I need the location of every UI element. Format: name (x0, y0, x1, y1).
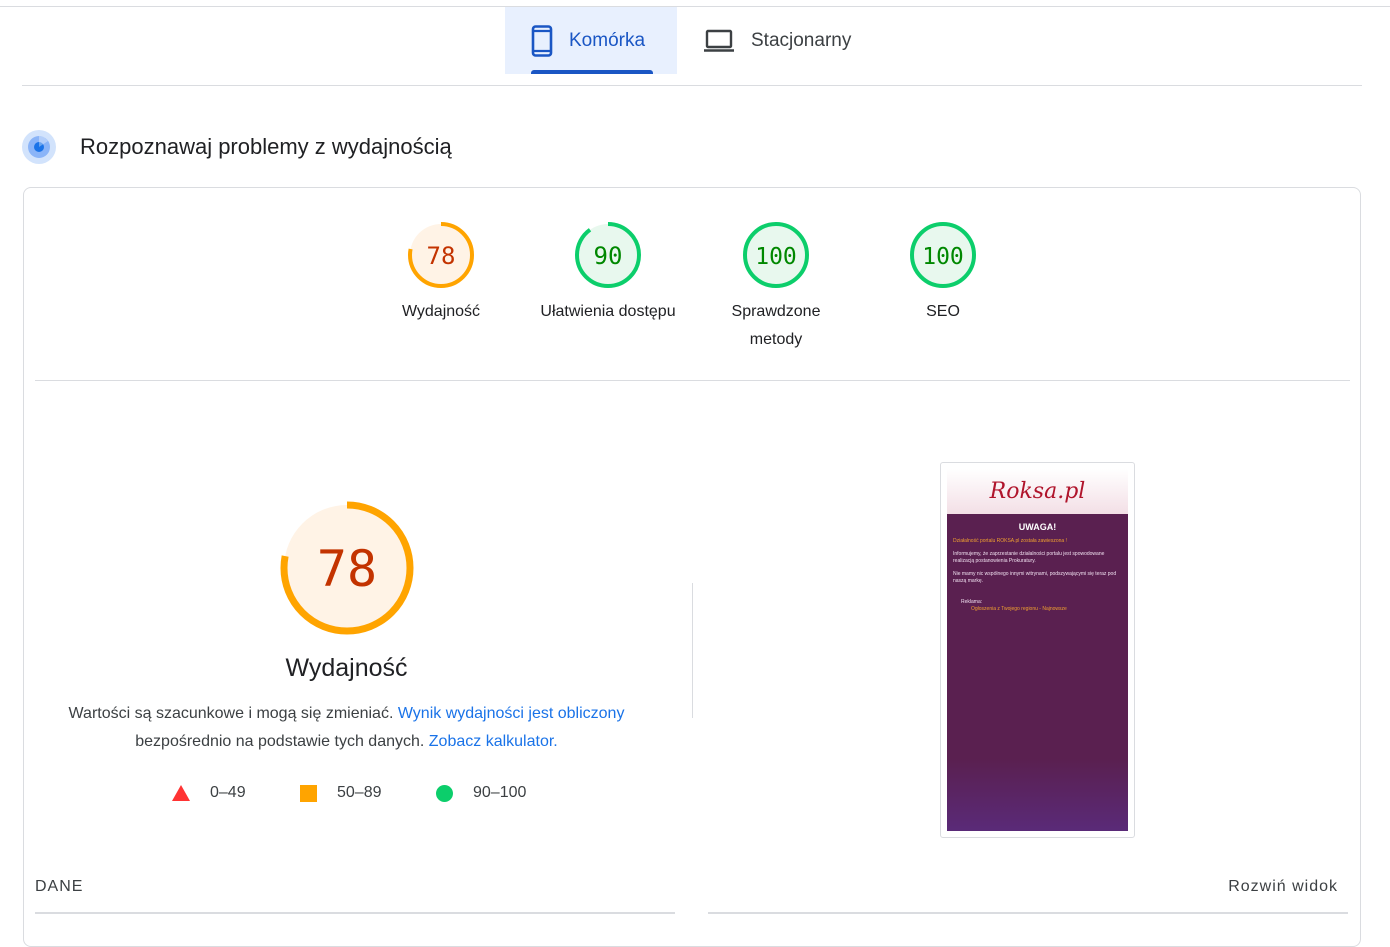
square-icon (300, 784, 317, 802)
section-title: Rozpoznawaj problemy z wydajnością (80, 134, 452, 159)
screenshot-line: Nie mamy nic wspólnego innymi witrynami,… (953, 571, 1117, 584)
circle-icon (436, 784, 453, 802)
score-value: 78 (427, 242, 456, 270)
score-label: SEO (926, 303, 960, 320)
screenshot-warning: UWAGA! (1018, 522, 1057, 532)
screenshot-header: Roksa.pl (947, 469, 1128, 514)
section-divider (35, 380, 1350, 381)
smartphone-icon (531, 24, 553, 57)
screenshot-content: Roksa.pl UWAGA! Działalność portalu ROKS… (947, 469, 1128, 831)
section-header: Rozpoznawaj problemy z wydajnością (22, 130, 452, 164)
score-gauge-accessibility[interactable]: 90 Ułatwienia dostępu (533, 220, 683, 326)
desc-text: bezpośrednio na podstawie tych danych. (135, 733, 429, 750)
score-label: Ułatwienia dostępu (540, 303, 676, 320)
desc-text: Wartości są szacunkowe i mogą się zmieni… (68, 705, 398, 722)
bottom-divider (708, 912, 1348, 914)
legend-range: 90–100 (473, 784, 527, 801)
score-gauge-seo[interactable]: 100 SEO (868, 220, 1018, 326)
score-label: Wydajność (401, 303, 481, 320)
performance-diagnose-icon (22, 130, 56, 164)
score-value: 90 (594, 242, 623, 270)
legend-fail: 0–49 (172, 784, 246, 802)
active-tab-indicator (531, 70, 653, 74)
device-tabs: Komórka Stacjonarny (505, 7, 875, 74)
calculator-link[interactable]: Zobacz kalkulator. (429, 733, 558, 750)
big-score-value: 78 (317, 540, 377, 598)
triangle-icon (172, 785, 190, 801)
gauge-ring: 78 (408, 222, 474, 288)
performance-big-gauge: 78 (280, 501, 414, 635)
score-value: 100 (755, 244, 797, 270)
tabs-divider (22, 85, 1362, 86)
score-value: 100 (922, 244, 964, 270)
score-gauge-best-practices[interactable]: 100 Sprawdzone metody (701, 220, 851, 354)
score-gauge-performance[interactable]: 78 Wydajność (366, 220, 516, 326)
performance-title: Wydajność (285, 654, 408, 682)
data-heading: DANE (35, 878, 84, 895)
ad-link: Ogłoszenia z Twojego regionu - Najnowsze (971, 606, 1067, 612)
report-card (23, 187, 1361, 947)
legend-average: 50–89 (300, 784, 382, 802)
screenshot-line: Informujemy, że zaprzestanie działalnośc… (953, 551, 1105, 564)
performance-description: Wartości są szacunkowe i mogą się zmieni… (60, 700, 633, 756)
tab-mobile[interactable]: Komórka (505, 7, 677, 74)
screenshot-line: Działalność portalu ROKSA.pl została zaw… (953, 538, 1067, 544)
score-label: Sprawdzone metody (731, 303, 821, 348)
tab-desktop-label: Stacjonarny (751, 29, 852, 51)
screenshot-ad: Reklama: Ogłoszenia z Twojego regionu - … (961, 599, 1114, 613)
vertical-divider (692, 583, 693, 718)
expand-view-button[interactable]: Rozwiń widok (1228, 878, 1338, 896)
legend-range: 0–49 (210, 784, 246, 801)
score-calc-link[interactable]: Wynik wydajności jest obliczony (398, 705, 625, 722)
gauge-ring: 100 (910, 222, 976, 288)
legend-range: 50–89 (337, 784, 382, 801)
legend-pass: 90–100 (436, 784, 526, 802)
site-logo: Roksa.pl (989, 479, 1086, 504)
ad-label: Reklama: (961, 599, 983, 605)
page-screenshot: Roksa.pl UWAGA! Działalność portalu ROKS… (940, 462, 1135, 838)
tab-mobile-label: Komórka (569, 29, 646, 51)
bottom-divider (35, 912, 675, 914)
gauge-ring: 90 (575, 222, 641, 288)
tab-desktop[interactable]: Stacjonarny (677, 7, 875, 74)
laptop-icon (704, 29, 734, 52)
gauge-ring: 100 (743, 222, 809, 288)
